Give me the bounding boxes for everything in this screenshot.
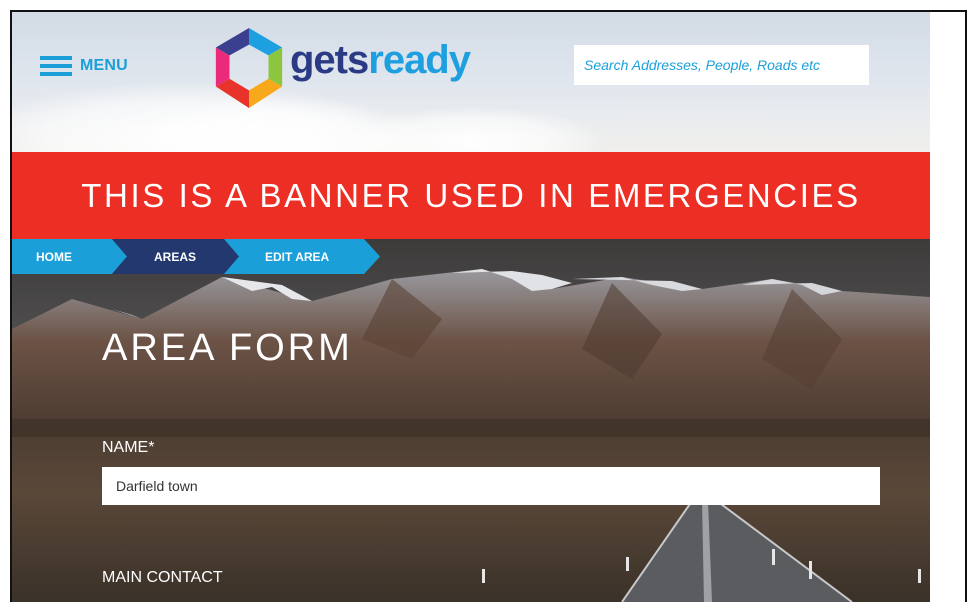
emergency-banner-text: THIS IS A BANNER USED IN EMERGENCIES — [81, 176, 861, 214]
page: MENU getsready THIS IS A BANNER USED IN … — [12, 12, 930, 602]
emergency-banner: THIS IS A BANNER USED IN EMERGENCIES — [12, 152, 930, 239]
page-title: AREA FORM — [102, 327, 353, 369]
name-field-label: NAME* — [102, 439, 155, 456]
name-field[interactable] — [102, 467, 880, 505]
mountain-road-background — [12, 239, 930, 602]
menu-label: MENU — [80, 57, 128, 74]
breadcrumb-home[interactable]: HOME — [36, 239, 72, 274]
logo-wordmark: getsready — [290, 38, 471, 82]
breadcrumb: HOME AREAS EDIT AREA — [12, 239, 412, 274]
breadcrumb-areas[interactable]: AREAS — [154, 239, 196, 274]
main-contact-label: MAIN CONTACT — [102, 569, 223, 586]
breadcrumb-arrows — [12, 239, 380, 274]
search-input[interactable] — [574, 45, 869, 85]
breadcrumb-edit-area[interactable]: EDIT AREA — [265, 239, 329, 274]
hamburger-icon — [40, 56, 72, 76]
menu-button[interactable]: MENU — [40, 54, 128, 78]
form-section: HOME AREAS EDIT AREA AREA FORM NAME* MAI… — [12, 239, 930, 602]
getsready-logo[interactable]: getsready — [210, 22, 471, 114]
site-header: MENU getsready — [12, 12, 930, 152]
logo-gets-text: gets — [290, 38, 369, 82]
hexagon-logo-icon — [215, 28, 283, 108]
logo-ready-text: ready — [368, 38, 471, 82]
